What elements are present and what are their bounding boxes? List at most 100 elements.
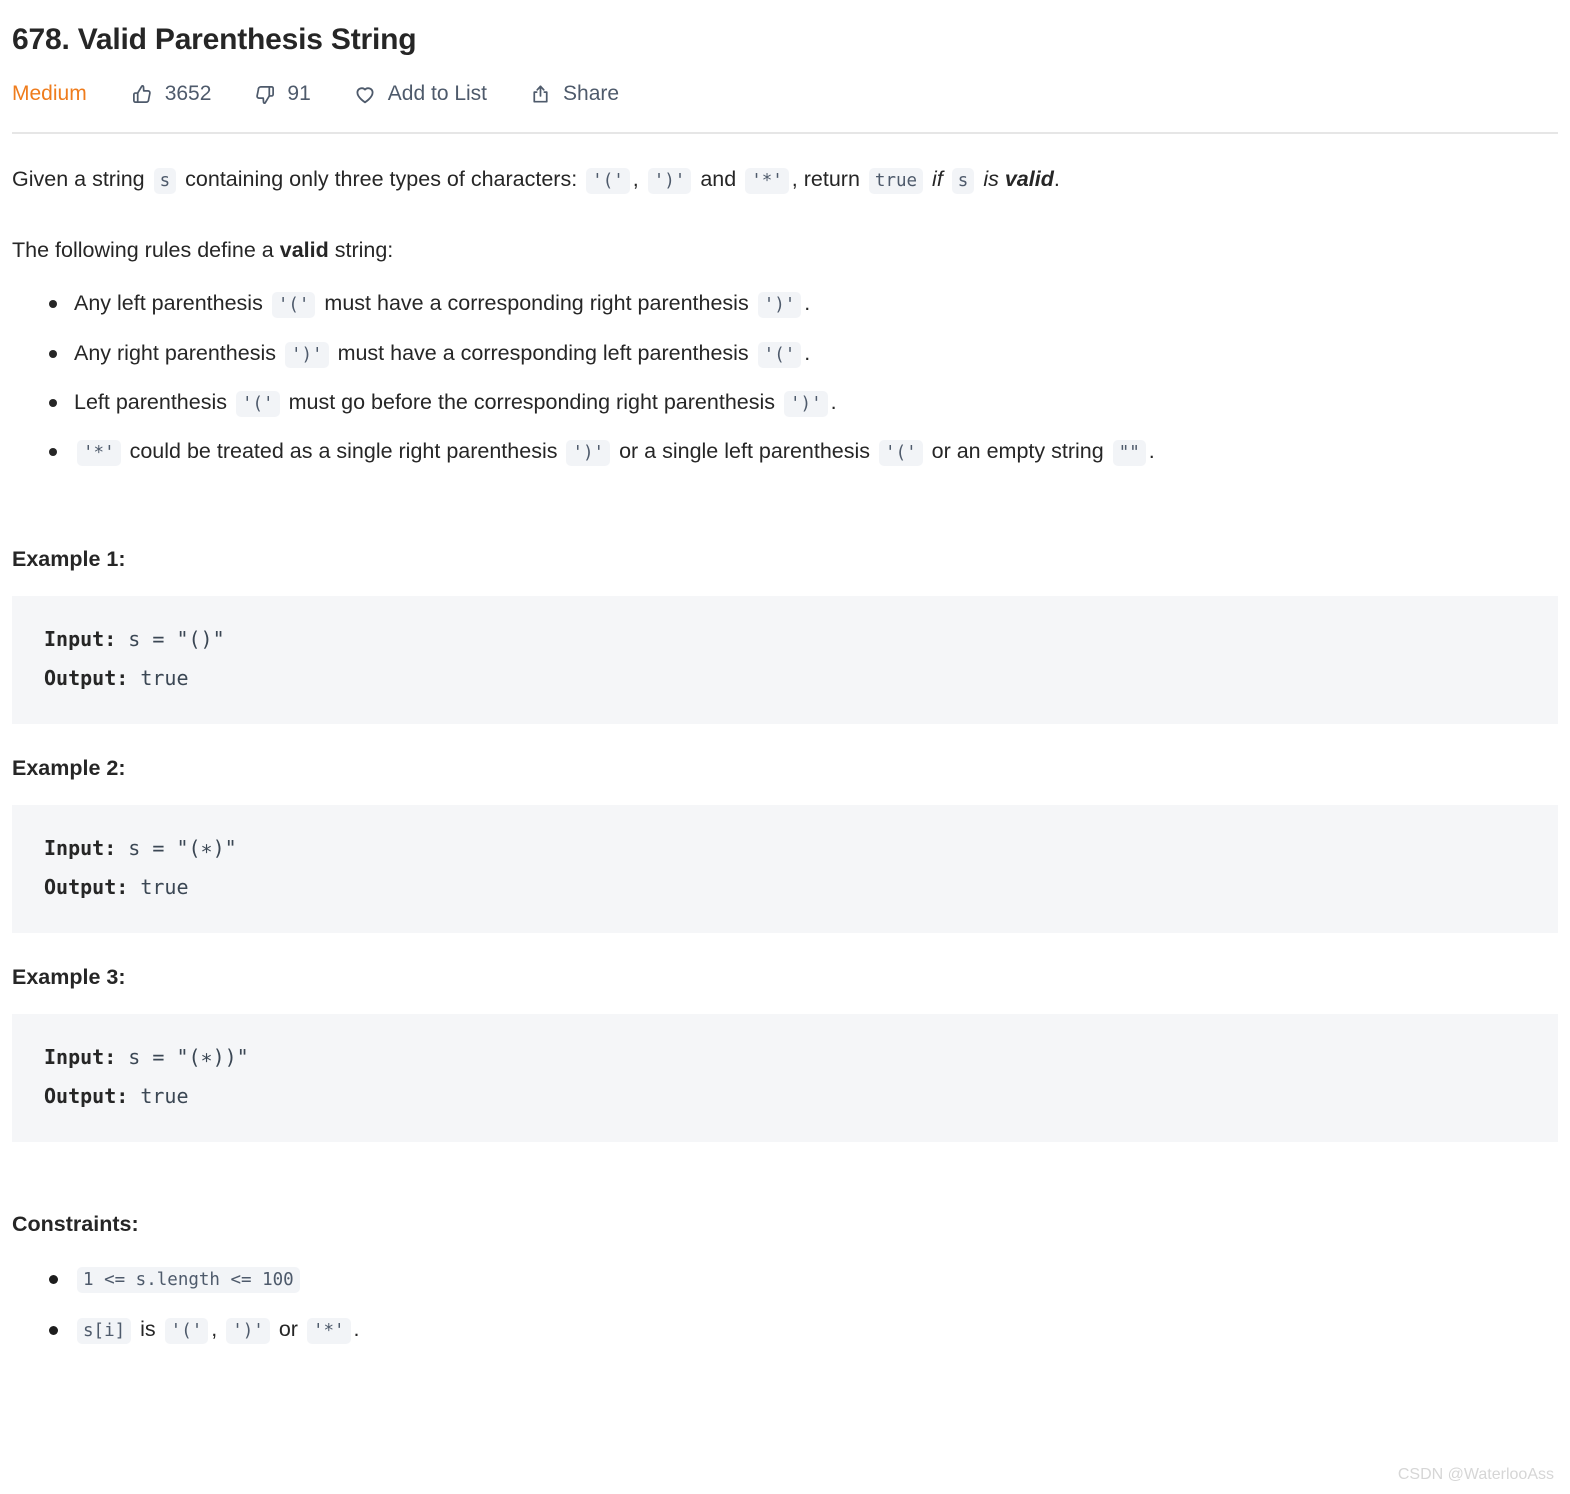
code-chip-si: s[i] — [77, 1318, 132, 1345]
rule-period: . — [804, 291, 811, 316]
rule-text-2: must have a corresponding left parenthes… — [337, 340, 749, 365]
output-value: true — [128, 666, 189, 691]
code-chip-length-constraint: 1 <= s.length <= 100 — [77, 1267, 300, 1294]
example-input-line: Input: s = "(∗)" — [44, 829, 1526, 868]
star-rule-text-3: or an empty string — [931, 438, 1104, 463]
input-value: s = "(∗)" — [116, 836, 237, 861]
rule-text-2: must have a corresponding right parenthe… — [324, 291, 749, 316]
list-item: '*' could be treated as a single right p… — [49, 436, 1558, 467]
constraint-text-is: is — [140, 1317, 156, 1342]
code-chip-right-paren: ')' — [566, 439, 611, 466]
dislike-count: 91 — [287, 82, 311, 105]
rule-text-2: must go before the corresponding right p… — [288, 389, 776, 414]
page-title: 678. Valid Parenthesis String — [12, 23, 417, 56]
output-label: Output: — [44, 666, 129, 691]
input-label: Input: — [44, 627, 117, 652]
star-rule-period: . — [1148, 438, 1155, 463]
code-chip-right-paren: ')' — [647, 168, 692, 194]
example-input-line: Input: s = "()" — [44, 620, 1526, 659]
difficulty-badge: Medium — [12, 82, 87, 105]
constraint-period: . — [353, 1317, 360, 1342]
rules-intro-bold: valid — [279, 238, 329, 263]
rules-list: Any left parenthesis '(' must have a cor… — [12, 288, 1558, 467]
code-chip-paren: '(' — [271, 292, 316, 319]
code-chip-paren: ')' — [784, 390, 828, 417]
code-chip-right-paren: ')' — [226, 1318, 270, 1345]
code-chip-star: '*' — [306, 1318, 351, 1345]
share-button[interactable]: Share — [529, 82, 619, 106]
output-value: true — [128, 1084, 189, 1109]
output-label: Output: — [44, 1084, 129, 1109]
output-label: Output: — [44, 875, 129, 900]
code-chip-true: true — [868, 168, 924, 194]
constraints-list: 1 <= s.length <= 100 s[i] is '(', ')' or… — [12, 1263, 1558, 1345]
dislike-button[interactable]: 91 — [253, 82, 311, 106]
example-1-block: Input: s = "()" Output: true — [12, 596, 1558, 725]
intro-text-2: containing only three types of character… — [185, 167, 578, 191]
intro-text-4: , return — [791, 167, 860, 191]
problem-meta-row: Medium 3652 91 Add to List Share — [12, 77, 1558, 111]
code-chip-star: '*' — [77, 439, 121, 466]
intro-comma: , — [632, 167, 639, 191]
share-icon — [529, 83, 552, 106]
input-value: s = "()" — [116, 627, 225, 652]
csdn-watermark: CSDN @WaterlooAss — [1397, 1466, 1554, 1483]
example-3-block: Input: s = "(∗))" Output: true — [12, 1014, 1558, 1143]
constraint-comma: , — [211, 1317, 218, 1342]
rule-text-1: Any right parenthesis — [74, 340, 276, 365]
example-2-heading: Example 2: — [12, 756, 126, 781]
intro-text-3: and — [700, 167, 737, 191]
add-to-list-button[interactable]: Add to List — [353, 82, 487, 106]
thumbs-down-icon — [253, 83, 276, 106]
rules-intro-text-2: string: — [334, 238, 394, 263]
example-input-line: Input: s = "(∗))" — [44, 1038, 1526, 1077]
code-chip-s: s — [153, 168, 177, 194]
like-count: 3652 — [164, 82, 212, 105]
intro-text-1: Given a string — [12, 167, 145, 191]
example-output-line: Output: true — [44, 868, 1526, 907]
list-item: Left parenthesis '(' must go before the … — [49, 387, 1558, 418]
list-item: Any right parenthesis ')' must have a co… — [49, 338, 1558, 369]
input-value: s = "(∗))" — [116, 1045, 249, 1070]
input-label: Input: — [44, 836, 117, 861]
example-1-heading: Example 1: — [12, 547, 126, 572]
code-chip-left-paren: '(' — [586, 168, 630, 194]
code-chip-left-paren: '(' — [879, 439, 923, 466]
problem-intro-paragraph: Given a string s containing only three t… — [12, 164, 1558, 195]
intro-period: . — [1053, 167, 1060, 191]
output-value: true — [128, 875, 189, 900]
code-chip-left-paren: '(' — [164, 1318, 209, 1345]
header-divider — [12, 132, 1558, 134]
constraints-heading: Constraints: — [12, 1212, 139, 1237]
share-label: Share — [563, 82, 620, 105]
list-item: s[i] is '(', ')' or '*'. — [49, 1314, 1558, 1345]
rule-text-1: Left parenthesis — [74, 389, 227, 414]
code-chip-paren: '(' — [235, 390, 280, 417]
example-output-line: Output: true — [44, 1077, 1526, 1116]
code-chip-s-2: s — [951, 168, 975, 194]
constraint-text-or: or — [278, 1317, 298, 1342]
example-2-block: Input: s = "(∗)" Output: true — [12, 805, 1558, 934]
code-chip-paren: '(' — [757, 341, 802, 368]
rule-text-1: Any left parenthesis — [74, 291, 263, 316]
input-label: Input: — [44, 1045, 117, 1070]
like-button[interactable]: 3652 — [131, 82, 212, 106]
intro-text-is: is — [983, 167, 999, 191]
problem-page: 678. Valid Parenthesis String Medium 365… — [0, 20, 1570, 1345]
example-3-heading: Example 3: — [12, 965, 126, 990]
star-rule-text-1: could be treated as a single right paren… — [129, 438, 558, 463]
list-item: 1 <= s.length <= 100 — [49, 1263, 1558, 1294]
rule-period: . — [830, 389, 837, 414]
heart-icon — [353, 82, 377, 106]
example-output-line: Output: true — [44, 659, 1526, 698]
rule-period: . — [804, 340, 811, 365]
add-to-list-label: Add to List — [387, 82, 488, 105]
rules-intro-paragraph: The following rules define a valid strin… — [12, 235, 1558, 266]
code-chip-star: '*' — [745, 168, 789, 194]
intro-text-if: if — [932, 167, 943, 191]
rules-intro-text-1: The following rules define a — [12, 238, 274, 263]
intro-text-valid: valid — [1004, 167, 1054, 191]
list-item: Any left parenthesis '(' must have a cor… — [49, 288, 1558, 319]
code-chip-paren: ')' — [284, 341, 329, 368]
star-rule-text-2: or a single left parenthesis — [619, 438, 871, 463]
